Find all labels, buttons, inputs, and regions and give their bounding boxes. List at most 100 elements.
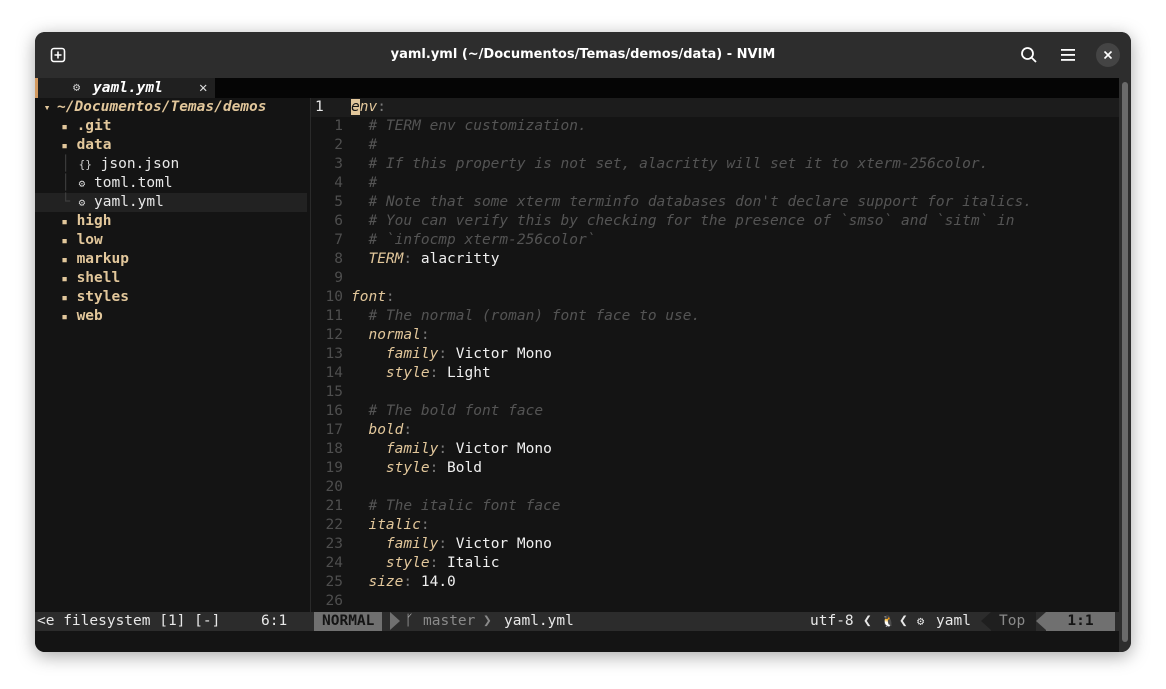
code-line[interactable]: 8 TERM: alacritty	[311, 250, 1119, 269]
line-number: 5	[334, 194, 343, 210]
code-line[interactable]: 12 normal:	[311, 326, 1119, 345]
line-content: family: Victor Mono	[351, 440, 552, 459]
statusline: <e filesystem [1] [-] 6:1 NORMAL ᚴ maste…	[35, 612, 1119, 631]
cursor-position: 1:1	[1046, 612, 1115, 631]
code-line[interactable]: 11 # The normal (roman) font face to use…	[311, 307, 1119, 326]
tab-yaml[interactable]: ⚙ yaml.yml ✕	[35, 78, 215, 98]
tree-item[interactable]: ▪ .git	[35, 117, 307, 136]
code-line[interactable]: 15	[311, 383, 1119, 402]
code-line[interactable]: 9	[311, 269, 1119, 288]
tree-item-label: yaml.yml	[94, 194, 164, 210]
code-line[interactable]: 4 #	[311, 174, 1119, 193]
code-line[interactable]: 13 family: Victor Mono	[311, 345, 1119, 364]
code-line[interactable]: 24 style: Italic	[311, 554, 1119, 573]
code-line[interactable]: 26	[311, 592, 1119, 611]
code-line[interactable]: 2 #	[311, 136, 1119, 155]
tree-indent-guide	[35, 232, 61, 248]
line-number: 13	[325, 346, 343, 362]
position-separator	[1036, 612, 1046, 630]
code-line[interactable]: 17 bold:	[311, 421, 1119, 440]
line-number: 12	[325, 327, 343, 343]
code-line[interactable]: 10 font:	[311, 288, 1119, 307]
line-content: font:	[351, 288, 395, 307]
yaml-key: TERM	[368, 251, 404, 267]
colon: :	[377, 99, 386, 115]
line-number: 24	[325, 555, 343, 571]
line-content: size: 14.0	[351, 573, 456, 592]
tree-indent-guide	[35, 118, 61, 134]
tree-item-label: json.json	[100, 156, 180, 172]
nvim-window: yaml.yml (~/Documentos/Temas/demos/data)…	[35, 32, 1131, 652]
line-content: italic:	[351, 516, 429, 535]
tree-item[interactable]: ▪ data	[35, 136, 307, 155]
colon: :	[403, 422, 413, 438]
colon: :	[420, 327, 430, 343]
filetype-separator	[981, 612, 991, 630]
line-number: 17	[325, 422, 343, 438]
code-line[interactable]: 14 style: Light	[311, 364, 1119, 383]
code-editor[interactable]: 1 env: 1 # TERM env customization. 2 #3 # I…	[311, 98, 1119, 612]
code-line[interactable]: 22 italic:	[311, 516, 1119, 535]
line-content: # The italic font face	[351, 497, 560, 516]
gear-icon: ⚙	[78, 196, 86, 209]
comment: #	[368, 175, 378, 191]
tree-item[interactable]: ▪ markup	[35, 250, 307, 269]
colon: :	[438, 536, 448, 552]
code-line[interactable]: 18 family: Victor Mono	[311, 440, 1119, 459]
search-icon[interactable]	[1018, 44, 1040, 66]
code-line[interactable]: 25 size: 14.0	[311, 573, 1119, 592]
tree-item[interactable]: ▪ low	[35, 231, 307, 250]
code-line[interactable]: 7 # `infocmp xterm-256color`	[311, 231, 1119, 250]
line-number: 1	[334, 118, 343, 134]
line-number: 15	[325, 384, 343, 400]
code-line[interactable]: 6 # You can verify this by checking for …	[311, 212, 1119, 231]
tree-item[interactable]: ▪ shell	[35, 269, 307, 288]
code-line[interactable]: 19 style: Bold	[311, 459, 1119, 478]
yaml-key: size	[368, 574, 404, 590]
tree-root-label: ~/Documentos/Temas/demos	[56, 99, 267, 115]
tree-item-label: .git	[76, 118, 112, 134]
tree-item[interactable]: ▪ styles	[35, 288, 307, 307]
scrollbar-thumb[interactable]	[1122, 82, 1128, 642]
close-icon[interactable]	[1096, 43, 1120, 67]
filetype-gear-icon: ⚙	[917, 614, 925, 628]
tree-indent-guide	[35, 308, 61, 324]
folder-icon: ▪	[61, 272, 68, 285]
tree-item[interactable]: │ {} json.json	[35, 155, 307, 174]
line-content: TERM: alacritty	[351, 250, 499, 269]
line-number: 1	[315, 99, 324, 115]
tree-indent-guide: └	[35, 194, 79, 210]
yaml-value: 14.0	[420, 574, 456, 590]
line-number: 8	[334, 251, 343, 267]
line-number: 14	[325, 365, 343, 381]
code-line[interactable]: 1 # TERM env customization.	[311, 117, 1119, 136]
tree-item[interactable]: ▪ high	[35, 212, 307, 231]
colon: :	[403, 251, 413, 267]
tree-item-label: markup	[76, 251, 129, 267]
line-content: normal:	[351, 326, 430, 345]
tree-item[interactable]: │ ⚙ toml.toml	[35, 174, 307, 193]
tree-item-label: low	[76, 232, 103, 248]
code-line[interactable]: 21 # The italic font face	[311, 497, 1119, 516]
scrollbar[interactable]	[1119, 78, 1131, 652]
tree-item[interactable]: └ ⚙ yaml.yml	[35, 193, 307, 212]
colon: :	[385, 289, 395, 305]
command-line[interactable]	[35, 631, 1119, 652]
folder-icon: ▪	[61, 215, 68, 228]
code-line[interactable]: 3 # If this property is not set, alacrit…	[311, 155, 1119, 174]
folder-icon: ▪	[61, 120, 68, 133]
line-number: 25	[325, 574, 343, 590]
colon: :	[429, 555, 439, 571]
code-line[interactable]: 1 env:	[311, 98, 1119, 117]
os-separator-icon: ❮	[899, 613, 908, 629]
tab-close-icon[interactable]: ✕	[199, 78, 207, 98]
code-line[interactable]: 5 # Note that some xterm terminfo databa…	[311, 193, 1119, 212]
tree-root[interactable]: ▾ ~/Documentos/Temas/demos	[35, 98, 307, 117]
code-line[interactable]: 23 family: Victor Mono	[311, 535, 1119, 554]
hamburger-menu-icon[interactable]	[1057, 44, 1079, 66]
code-line[interactable]: 16 # The bold font face	[311, 402, 1119, 421]
comment: # Note that some xterm terminfo database…	[368, 194, 1032, 210]
tree-item[interactable]: ▪ web	[35, 307, 307, 326]
tree-item-label: web	[76, 308, 103, 324]
code-line[interactable]: 20	[311, 478, 1119, 497]
